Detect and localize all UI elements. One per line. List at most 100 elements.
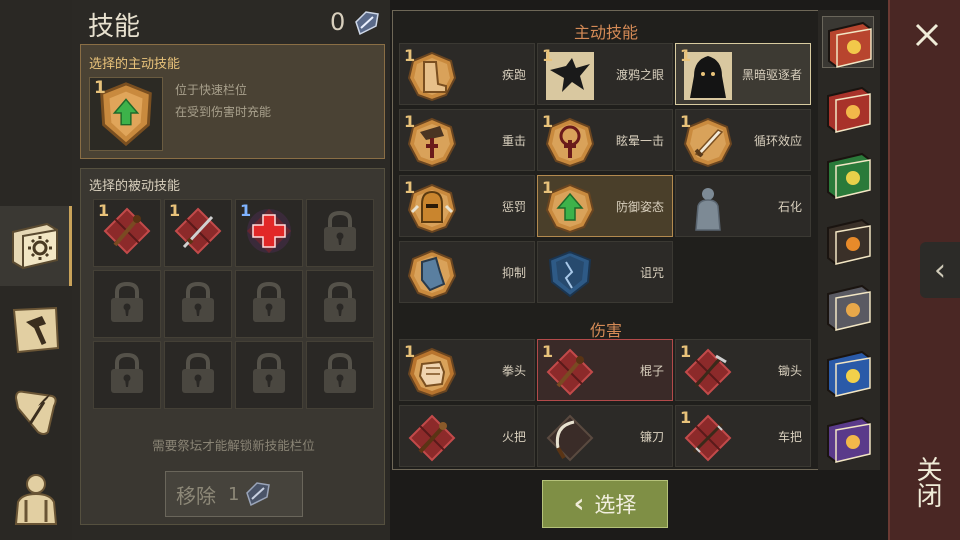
hammer-parchment-icon xyxy=(12,306,60,354)
lock-icon xyxy=(249,280,289,328)
passive-slot-level: 1 xyxy=(98,201,110,220)
active-skills-title: 主动技能 xyxy=(573,23,638,42)
rune-book-icon xyxy=(827,284,871,332)
selected-passive-skills: 选择的被动技能 1 1 1 需要祭坛才能解锁新技能栏位 移除 1 xyxy=(80,168,385,525)
select-button[interactable]: ‹ 选择 xyxy=(542,480,668,528)
passive-slot[interactable]: 1 xyxy=(164,199,232,267)
gauntlet-icon xyxy=(406,248,458,300)
star-book-icon xyxy=(827,416,871,464)
cross-book-icon xyxy=(827,152,871,200)
lock-icon xyxy=(178,351,218,399)
gem-count: 0 xyxy=(330,8,346,36)
stone-figure-icon xyxy=(682,182,734,234)
skill-level: 1 xyxy=(680,112,692,131)
skill-card[interactable]: 1 惩罚 xyxy=(399,175,535,237)
skill-card[interactable]: 1 循环效应 xyxy=(675,109,811,171)
skill-card[interactable]: 镰刀 xyxy=(537,405,673,467)
sword-book-tab[interactable] xyxy=(822,82,874,134)
character-icon xyxy=(14,474,58,525)
collapse-panel-button[interactable]: ‹ xyxy=(920,242,960,298)
skill-name: 拳头 xyxy=(501,364,526,378)
star-book-tab[interactable] xyxy=(822,412,874,464)
skill-level: 1 xyxy=(542,112,554,131)
active-skill-desc-2: 在受到伤害时充能 xyxy=(175,105,272,119)
passive-slot[interactable]: 1 xyxy=(93,199,161,267)
cracked-shield-icon xyxy=(544,248,596,300)
mask-book-tab[interactable] xyxy=(822,214,874,266)
sun-book-icon xyxy=(828,21,872,69)
skill-card[interactable]: 1 黑暗驱逐者 xyxy=(675,43,811,105)
skill-list-panel: 主动技能 1 疾跑 1 渡鸦之眼 1 黑暗驱逐者 1 重击 1 眩晕一击 1 循环效应 1 惩罚 1 防御姿态… xyxy=(392,10,878,470)
skill-level: 1 xyxy=(404,342,416,361)
skill-card[interactable]: 1 防御姿态 xyxy=(537,175,673,237)
passive-slot-locked[interactable] xyxy=(164,270,232,338)
passive-slot-level: 1 xyxy=(169,201,181,220)
passive-slot-grid: 1 1 1 xyxy=(93,199,374,411)
torch-icon xyxy=(406,412,458,464)
remove-cost: 1 xyxy=(228,483,240,505)
skill-card[interactable]: 诅咒 xyxy=(537,241,673,303)
skill-name: 疾跑 xyxy=(501,68,526,82)
passive-slot-locked[interactable] xyxy=(164,341,232,409)
chevron-left-icon: ‹ xyxy=(573,489,585,519)
skill-card[interactable]: 1 棍子 xyxy=(537,339,673,401)
skill-card[interactable]: 抑制 xyxy=(399,241,535,303)
passive-slot[interactable]: 1 xyxy=(235,199,303,267)
nav-skills-book[interactable] xyxy=(0,206,72,286)
lock-icon xyxy=(178,280,218,328)
passive-slot-locked[interactable] xyxy=(235,270,303,338)
skill-card[interactable]: 1 车把 xyxy=(675,405,811,467)
active-skill-level: 1 xyxy=(94,78,106,98)
skill-card[interactable]: 1 锄头 xyxy=(675,339,811,401)
passive-slot-locked[interactable] xyxy=(235,341,303,409)
remove-button[interactable]: 移除 1 xyxy=(165,471,303,517)
skill-name: 重击 xyxy=(501,134,526,148)
nav-quests[interactable] xyxy=(0,372,72,452)
soul-gem-icon xyxy=(355,11,379,36)
scroll-quill-icon xyxy=(14,390,57,435)
skill-card[interactable]: 石化 xyxy=(675,175,811,237)
passive-slot-locked[interactable] xyxy=(93,270,161,338)
lock-icon xyxy=(107,280,147,328)
nav-character[interactable] xyxy=(0,458,72,538)
skill-card[interactable]: 1 重击 xyxy=(399,109,535,171)
skill-name: 防御姿态 xyxy=(615,200,664,214)
skill-card[interactable]: 1 渡鸦之眼 xyxy=(537,43,673,105)
passive-slot-locked[interactable] xyxy=(306,270,374,338)
skill-name: 黑暗驱逐者 xyxy=(741,68,802,82)
nav-crafting[interactable] xyxy=(0,290,72,370)
page-title: 技能 xyxy=(88,12,141,42)
chevron-left-icon: ‹ xyxy=(934,252,946,288)
skill-level: 1 xyxy=(680,408,692,427)
rune-book-tab[interactable] xyxy=(822,280,874,332)
remove-label: 移除 xyxy=(176,483,216,508)
active-skill-desc-1: 位于快速栏位 xyxy=(175,83,248,97)
active-skill-slot[interactable]: 1 xyxy=(89,77,163,151)
theater-book-tab[interactable] xyxy=(822,346,874,398)
skill-level: 1 xyxy=(542,46,554,65)
passive-slot-locked[interactable] xyxy=(306,341,374,409)
cross-book-tab[interactable] xyxy=(822,148,874,200)
skill-card[interactable]: 1 拳头 xyxy=(399,339,535,401)
skill-name: 眩晕一击 xyxy=(615,134,664,148)
skill-level: 1 xyxy=(542,178,554,197)
skill-level: 1 xyxy=(404,112,416,131)
skill-card[interactable]: 火把 xyxy=(399,405,535,467)
skill-level: 1 xyxy=(680,46,692,65)
skill-card[interactable]: 1 眩晕一击 xyxy=(537,109,673,171)
skill-name: 锄头 xyxy=(777,364,802,378)
skill-name: 抑制 xyxy=(501,266,526,280)
skill-level: 1 xyxy=(542,342,554,361)
lock-icon xyxy=(320,209,360,257)
lock-icon xyxy=(249,351,289,399)
close-label[interactable]: 关闭 xyxy=(912,456,942,508)
sun-book-tab[interactable] xyxy=(822,16,874,69)
skill-name: 渡鸦之眼 xyxy=(615,68,664,82)
passive-slot-locked[interactable] xyxy=(306,199,374,267)
passive-slot-locked[interactable] xyxy=(93,341,161,409)
skill-name: 循环效应 xyxy=(753,134,802,148)
close-icon[interactable] xyxy=(912,20,942,50)
soul-gem-icon xyxy=(246,482,271,507)
skill-card[interactable]: 1 疾跑 xyxy=(399,43,535,105)
skill-name: 棍子 xyxy=(639,364,664,378)
